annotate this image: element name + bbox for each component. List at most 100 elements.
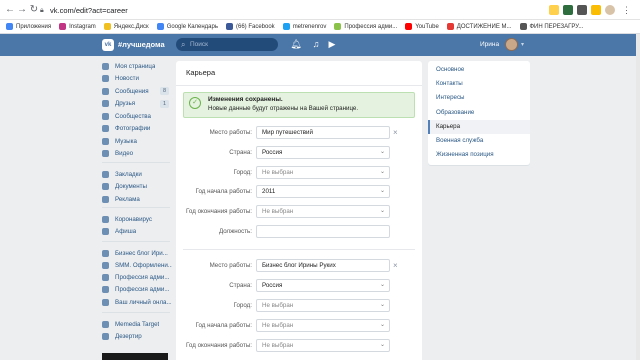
bookmark-label: ДОСТИЖЕНИЕ М... — [456, 23, 512, 30]
bookmark-item[interactable]: Яндекс.Диск — [103, 23, 149, 30]
sidebar-item[interactable]: Коронавирус — [102, 213, 172, 225]
sidebar-icon — [102, 195, 109, 203]
reload-icon[interactable]: ↻ — [28, 4, 40, 16]
sidebar-item[interactable]: Документы — [102, 181, 172, 193]
chevron-down-icon: ⌄ — [379, 208, 385, 214]
sidebar-item[interactable]: Бизнес блог Ири... — [102, 247, 172, 259]
star-icon[interactable] — [549, 5, 559, 15]
sidebar-item-label: Профессия адми... — [115, 286, 170, 294]
music-note-icon[interactable]: ♫ — [310, 39, 322, 50]
sidebar-item[interactable]: Друзья 1 — [102, 98, 172, 110]
sidebar-item[interactable]: Ваш личный онла... — [102, 296, 172, 308]
sidebar-item-label: Новости — [115, 75, 139, 82]
bookmark-item[interactable]: metrenenrov — [282, 23, 326, 30]
bookmark-item[interactable]: Google Календарь — [156, 23, 218, 30]
lock-icon[interactable]: 🔒︎ — [40, 5, 44, 16]
bookmark-icon — [156, 23, 164, 30]
chevron-down-icon: ⌄ — [379, 322, 385, 328]
settings-menu-item[interactable]: Карьера — [428, 119, 530, 134]
avatar[interactable] — [505, 38, 518, 51]
counter-badge: 8 — [160, 87, 169, 95]
bookmark-label: Профессия адми... — [344, 23, 398, 30]
sidebar-item[interactable]: Новости — [102, 73, 172, 85]
profile-avatar-icon[interactable] — [605, 5, 615, 15]
settings-menu-item[interactable]: Образование — [428, 106, 530, 120]
start-year-value: 2011 — [262, 188, 276, 195]
chevron-down-icon: ⌄ — [379, 169, 385, 175]
play-icon[interactable]: ▶ — [326, 39, 338, 50]
sidebar-item[interactable]: Реклама — [102, 193, 172, 205]
chevron-down-icon[interactable]: ▾ — [521, 40, 524, 50]
position-label: Должность: — [218, 228, 252, 235]
end-year-value: Не выбран — [262, 342, 294, 349]
bookmark-item[interactable]: Приложения — [6, 23, 51, 30]
sidebar-item[interactable]: Фотографии — [102, 123, 172, 135]
bell-icon[interactable]: 🔔︎ — [290, 39, 302, 50]
video-thumbnail[interactable] — [102, 353, 168, 360]
bookmark-item[interactable]: Instagram — [59, 23, 96, 30]
city-label: Город: — [233, 169, 252, 176]
country-value: Россия — [262, 282, 283, 289]
divider — [183, 249, 415, 250]
sidebar-item-label: Ваш личный онла... — [115, 298, 172, 306]
country-select[interactable]: Россия ⌄ — [256, 279, 390, 292]
scrollbar[interactable] — [636, 34, 640, 360]
bookmark-item[interactable]: ФИН ПЕРЕЗАГРУ... — [519, 23, 583, 30]
start-year-select[interactable]: 2011 ⌄ — [256, 185, 390, 198]
settings-menu-item[interactable]: Жизненная позиция — [428, 148, 530, 162]
end-year-select[interactable]: Не выбран ⌄ — [256, 339, 390, 352]
sidebar-item[interactable]: Сообщения 8 — [102, 85, 172, 97]
settings-menu-item[interactable]: Военная служба — [428, 134, 530, 148]
city-select[interactable]: Не выбран ⌄ — [256, 166, 390, 179]
country-select[interactable]: Россия ⌄ — [256, 146, 390, 159]
sidebar-item[interactable]: Профессия адми... — [102, 272, 172, 284]
sidebar-item[interactable]: Memedia Target — [102, 318, 172, 330]
chevron-down-icon: ⌄ — [379, 149, 385, 155]
settings-menu-item[interactable]: Интересы — [428, 91, 530, 105]
search-input[interactable]: Поиск — [176, 38, 278, 51]
bookmark-item[interactable]: Профессия адми... — [334, 23, 397, 30]
bookmark-item[interactable]: YouTube — [405, 23, 439, 30]
back-icon[interactable]: ← — [4, 4, 16, 16]
sidebar-icon — [102, 274, 109, 282]
bookmark-icon — [405, 23, 413, 30]
workplace-input[interactable]: Мир путешествий — [256, 126, 390, 139]
vk-logo-icon[interactable]: vk — [102, 39, 114, 51]
country-value: Россия — [262, 149, 283, 156]
extension-icon[interactable] — [591, 5, 601, 15]
address-bar[interactable]: vk.com/edit?act=career — [50, 5, 128, 16]
menu-dots-icon[interactable]: ⋮ — [622, 5, 632, 15]
user-name[interactable]: Ирина — [480, 40, 499, 50]
sidebar-item[interactable]: Видео — [102, 148, 172, 160]
settings-menu-item[interactable]: Контакты — [428, 77, 530, 91]
sidebar-item-label: Memedia Target — [115, 320, 160, 328]
sidebar-item[interactable]: Дезертир — [102, 331, 172, 343]
end-year-select[interactable]: Не выбран ⌄ — [256, 205, 390, 218]
sidebar-item[interactable]: Афиша — [102, 226, 172, 238]
start-year-select[interactable]: Не выбран ⌄ — [256, 319, 390, 332]
sidebar-item[interactable]: Сообщества — [102, 110, 172, 122]
sidebar-item[interactable]: Закладки — [102, 168, 172, 180]
checkmark-icon: ✓ — [189, 97, 201, 109]
bookmark-item[interactable]: ДОСТИЖЕНИЕ М... — [446, 23, 512, 30]
divider — [102, 312, 170, 313]
search-icon: ⌕ — [181, 40, 186, 49]
close-icon[interactable]: × — [393, 128, 398, 138]
position-input[interactable] — [256, 225, 390, 238]
workplace-input[interactable]: Бизнес блог Ирины Руких — [256, 259, 390, 272]
bookmark-item[interactable]: (66) Facebook — [226, 23, 275, 30]
sidebar-item-label: Фотографии — [115, 125, 151, 132]
settings-menu-item[interactable]: Основное — [428, 63, 530, 77]
close-icon[interactable]: × — [393, 261, 398, 271]
sidebar-item[interactable]: Моя страница — [102, 60, 172, 72]
extension-icon[interactable] — [563, 5, 573, 15]
sidebar-item[interactable]: Профессия адми... — [102, 284, 172, 296]
workplace-label: Место работы: — [209, 129, 252, 136]
forward-icon[interactable]: → — [16, 4, 28, 16]
country-label: Страна: — [229, 282, 252, 289]
brand-hashtag[interactable]: #лучшедома — [118, 40, 165, 50]
sidebar-item[interactable]: SMM. Оформлени... — [102, 259, 172, 271]
city-select[interactable]: Не выбран ⌄ — [256, 299, 390, 312]
sidebar-item[interactable]: Музыка — [102, 135, 172, 147]
extension-icon[interactable] — [577, 5, 587, 15]
